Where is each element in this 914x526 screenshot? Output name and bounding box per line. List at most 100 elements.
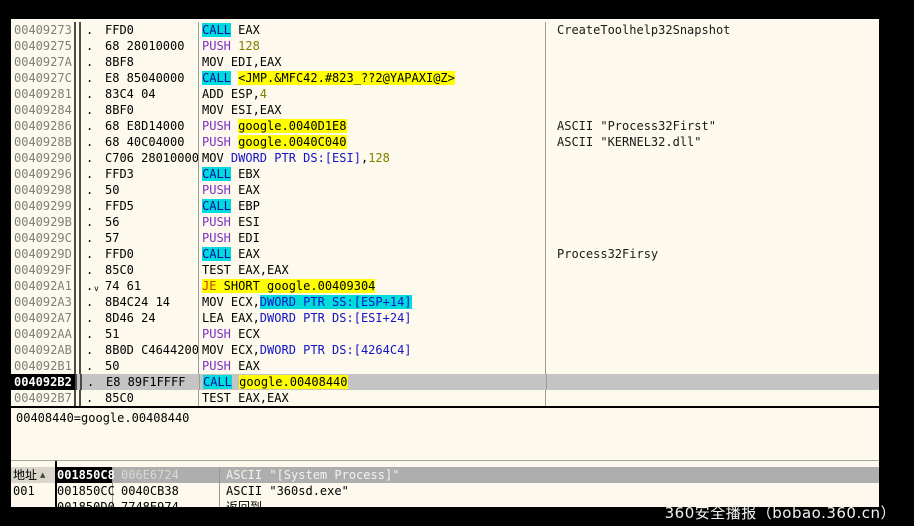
instruction-segment: EAX [231,23,260,37]
row-comment [546,230,879,246]
column-divider [74,118,81,134]
dump-row[interactable]: 001850CC0040CB38ASCII "360sd.exe" [57,483,879,499]
column-divider [74,390,81,406]
row-opcode: .68 40C04000 [81,134,199,150]
row-instruction: CALL <JMP.&MFC42.#823_??2@YAPAXI@Z> [199,70,546,86]
disasm-row[interactable]: 0040927C.E8 85040000CALL <JMP.&MFC42.#82… [11,70,879,86]
row-opcode: .56 [81,214,199,230]
row-instruction: MOV EDI,EAX [199,54,546,70]
instruction-segment: PUSH [202,359,231,373]
column-divider [75,374,82,390]
row-comment [546,390,879,406]
row-address: 00409275 [12,38,74,54]
row-opcode: .E8 89F1FFFF [82,374,200,390]
instruction-segment: ECX [231,327,260,341]
row-comment [546,150,879,166]
instruction-segment: EDI [231,231,260,245]
instruction-segment: google.0040D1E8 [238,119,346,133]
disasm-row[interactable]: 0040929B.56PUSH ESI [11,214,879,230]
row-comment: ASCII "KERNEL32.dll" [546,134,879,150]
analysis-dot: . [86,198,93,214]
row-comment [546,70,879,86]
disasm-row[interactable]: 00409281.83C4 04ADD ESP,4 [11,86,879,102]
disasm-row[interactable]: 004092A7.8D46 24LEA EAX,DWORD PTR DS:[ES… [11,310,879,326]
disasm-row[interactable]: 004092AA.51PUSH ECX [11,326,879,342]
disasm-row[interactable]: 00409275.68 28010000PUSH 128 [11,38,879,54]
analysis-dot: . [86,230,93,246]
instruction-segment: TEST EAX,EAX [202,263,289,277]
analysis-dot: . [87,374,94,390]
row-comment [546,182,879,198]
instruction-segment: CALL [202,23,231,37]
row-opcode: .8B4C24 14 [81,294,199,310]
instruction-segment: PUSH [202,135,231,149]
disasm-row[interactable]: 00409290.C706 28010000MOV DWORD PTR DS:[… [11,150,879,166]
disasm-row[interactable]: 00409299.FFD5CALL EBP [11,198,879,214]
row-opcode: .50 [81,182,199,198]
disasm-row[interactable]: 0040929D.FFD0CALL EAXProcess32Firsy [11,246,879,262]
row-address: 0040929F [12,262,74,278]
disasm-row[interactable]: 004092A3.8B4C24 14MOV ECX,DWORD PTR SS:[… [11,294,879,310]
column-divider [74,230,81,246]
disasm-row[interactable]: 004092B2.E8 89F1FFFFCALL google.00408440 [11,374,879,390]
instruction-segment: TEST EAX,EAX [202,391,289,405]
row-bytes: 83C4 04 [105,86,156,102]
instruction-segment: CALL [202,247,231,261]
disasm-row[interactable]: 00409286.68 E8D14000PUSH google.0040D1E8… [11,118,879,134]
analysis-dot: . [86,294,93,310]
row-comment [546,278,879,294]
column-divider [74,22,81,38]
disasm-row[interactable]: 00409284.8BF0MOV ESI,EAX [11,102,879,118]
info-pane: 00408440=google.00408440 [11,408,879,460]
disasm-row[interactable]: 004092B1.50PUSH EAX [11,358,879,374]
instruction-segment: PUSH [202,231,231,245]
disasm-row[interactable]: 004092A1.v74 61JE SHORT google.00409304 [11,278,879,294]
row-address: 0040927C [12,70,74,86]
instruction-segment: DWORD PTR DS:[ESI] [231,151,361,165]
disasm-row[interactable]: 0040927A.8BF8MOV EDI,EAX [11,54,879,70]
row-address: 004092B7 [12,390,74,406]
disasm-row[interactable]: 00409273.FFD0CALL EAXCreateToolhelp32Sna… [11,22,879,38]
disasm-row[interactable]: 0040929C.57PUSH EDI [11,230,879,246]
row-address: 0040927A [12,54,74,70]
disasm-row[interactable]: 0040929F.85C0TEST EAX,EAX [11,262,879,278]
analysis-dot: . [86,166,93,182]
dump-address: 001850D0 [57,499,113,507]
instruction-segment: google.00408440 [239,375,347,389]
disasm-row[interactable]: 004092B7.85C0TEST EAX,EAX [11,390,879,406]
row-address: 004092A7 [12,310,74,326]
dump-ascii: ASCII "[System Process]" [220,467,879,483]
dump-address-column: 地址▲ 001 [11,467,55,499]
disasm-row[interactable]: 004092AB.8B0D C4644200MOV ECX,DWORD PTR … [11,342,879,358]
column-divider [74,198,81,214]
column-divider [74,358,81,374]
analysis-dot: . [86,38,93,54]
analysis-dot: . [86,86,93,102]
dump-row[interactable]: 001850C8006E6724ASCII "[System Process]" [57,467,879,483]
column-divider [74,38,81,54]
instruction-segment: DWORD PTR DS:[4264C4] [260,343,412,357]
row-address: 00409298 [12,182,74,198]
instruction-segment: PUSH [202,39,231,53]
row-bytes: 8B0D C4644200 [105,342,199,358]
row-instruction: CALL EBX [199,166,546,182]
instruction-segment: SHORT google.00409304 [216,279,375,293]
row-instruction: PUSH ECX [199,326,546,342]
debugger-window: 00409273.FFD0CALL EAXCreateToolhelp32Sna… [0,0,914,526]
disasm-row[interactable]: 00409296.FFD3CALL EBX [11,166,879,182]
row-comment: CreateToolhelp32Snapshot [546,22,879,38]
dump-address-header[interactable]: 地址▲ [11,467,55,483]
instruction-segment: MOV ECX, [202,295,260,309]
row-comment: ASCII "Process32First" [546,118,879,134]
row-bytes: 68 E8D14000 [105,118,184,134]
row-comment [546,294,879,310]
info-text: 00408440=google.00408440 [16,411,189,425]
disasm-row[interactable]: 00409298.50PUSH EAX [11,182,879,198]
analysis-dot: . [86,278,93,294]
dump-rows: 001850C8006E6724ASCII "[System Process]"… [57,467,879,507]
row-instruction: PUSH google.0040C040 [199,134,546,150]
row-instruction: LEA EAX,DWORD PTR DS:[ESI+24] [199,310,546,326]
instruction-segment: JE [202,279,216,293]
analysis-dot: . [86,118,93,134]
disasm-row[interactable]: 0040928B.68 40C04000PUSH google.0040C040… [11,134,879,150]
